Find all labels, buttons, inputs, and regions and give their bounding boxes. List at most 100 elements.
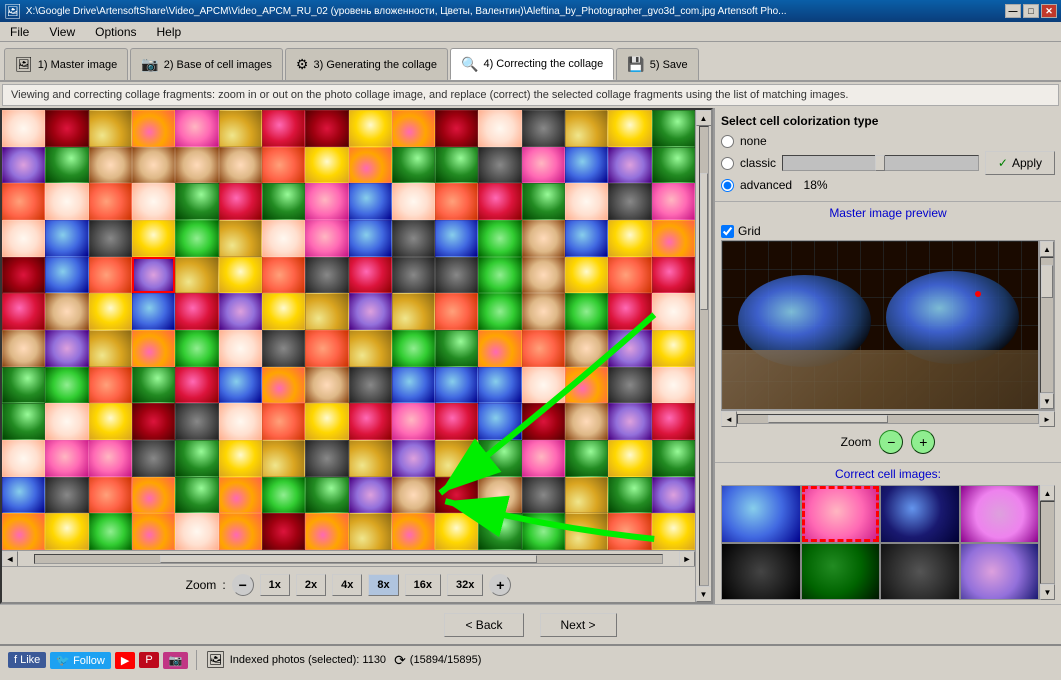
zoom-out-button[interactable]: −: [232, 574, 254, 596]
h-scroll-right[interactable]: ►: [679, 551, 695, 567]
cell-img-1[interactable]: [722, 486, 800, 542]
tab-master[interactable]: 🖼 1) Master image: [4, 48, 128, 80]
mosaic-cell: [2, 183, 45, 220]
v-scroll-thumb[interactable]: [700, 173, 708, 310]
mosaic-cell: [219, 403, 262, 440]
radio-none-label: none: [740, 134, 767, 148]
cell-images-grid[interactable]: [721, 485, 1039, 600]
mosaic-cell: [349, 330, 392, 367]
zoom-8x-button[interactable]: 8x: [368, 574, 398, 596]
mosaic-cell: [175, 183, 218, 220]
nav-bar: < Back Next >: [0, 604, 1061, 644]
radio-advanced[interactable]: [721, 179, 734, 192]
h-scroll-thumb[interactable]: [160, 555, 536, 563]
grid-checkbox[interactable]: [721, 225, 734, 238]
cell-v-track[interactable]: [1040, 501, 1055, 584]
h-scroll-left[interactable]: ◄: [2, 551, 18, 567]
zoom-in-button[interactable]: +: [489, 574, 511, 596]
preview-h-thumb[interactable]: [768, 415, 888, 423]
cell-img-3[interactable]: [881, 486, 959, 542]
preview-zoom-in[interactable]: +: [911, 430, 935, 454]
zoom-32x-button[interactable]: 32x: [447, 574, 483, 596]
v-scroll-up[interactable]: ▲: [696, 110, 712, 126]
preview-zoom-out[interactable]: −: [879, 430, 903, 454]
tab-generate[interactable]: ⚙ 3) Generating the collage: [285, 48, 448, 80]
indexed-icon-area: 🖼 Indexed photos (selected): 1130: [205, 650, 386, 670]
v-scroll-down[interactable]: ▼: [696, 586, 712, 602]
preview-v-thumb[interactable]: [1041, 265, 1053, 299]
menu-options[interactable]: Options: [89, 23, 142, 41]
menu-view[interactable]: View: [43, 23, 81, 41]
apply-button[interactable]: ✓ Apply: [985, 151, 1055, 175]
mosaic-cell: [262, 110, 305, 147]
next-button[interactable]: Next >: [540, 613, 617, 637]
mosaic-cell: [608, 147, 651, 184]
close-button[interactable]: ✕: [1041, 4, 1057, 18]
cell-img-8[interactable]: [961, 544, 1039, 600]
zoom-1x-button[interactable]: 1x: [260, 574, 290, 596]
preview-zoom-label: Zoom: [841, 435, 872, 449]
preview-v-track[interactable]: [1040, 257, 1054, 393]
twitter-follow-button[interactable]: 🐦 Follow: [50, 652, 111, 669]
classic-slider[interactable]: [782, 155, 979, 171]
back-button[interactable]: < Back: [444, 613, 523, 637]
preview-h-track[interactable]: [737, 414, 1039, 424]
maximize-button[interactable]: □: [1023, 4, 1039, 18]
tab-save[interactable]: 💾 5) Save: [616, 48, 698, 80]
cell-v-scroll-up[interactable]: ▲: [1040, 485, 1055, 501]
mosaic-cell: [652, 513, 695, 550]
v-scrollbar[interactable]: ▲ ▼: [695, 110, 711, 602]
zoom-4x-button[interactable]: 4x: [332, 574, 362, 596]
cell-v-scroll-down[interactable]: ▼: [1040, 584, 1055, 600]
mosaic-cell: [45, 147, 88, 184]
mosaic-cell: [349, 257, 392, 294]
collage-view[interactable]: [2, 110, 695, 550]
mosaic-cell: [175, 110, 218, 147]
tab-base[interactable]: 📷 2) Base of cell images: [130, 48, 283, 80]
tab-correct[interactable]: 🔍 4) Correcting the collage: [450, 48, 614, 80]
cell-img-6[interactable]: [802, 544, 880, 600]
zoom-16x-button[interactable]: 16x: [405, 574, 441, 596]
menu-help[interactable]: Help: [151, 23, 188, 41]
cell-img-7[interactable]: [881, 544, 959, 600]
h-scrollbar[interactable]: ◄ ►: [2, 550, 695, 566]
mosaic-cell: [435, 367, 478, 404]
mosaic-cell: [435, 293, 478, 330]
status-bar: f Like 🐦 Follow ▶ P 📷 🖼 Indexed photos (…: [0, 644, 1061, 674]
youtube-button[interactable]: ▶: [115, 652, 135, 669]
cell-images-v-scroll[interactable]: ▲ ▼: [1039, 485, 1055, 600]
preview-scroll-up[interactable]: ▲: [1040, 241, 1054, 257]
preview-scroll-down[interactable]: ▼: [1040, 393, 1054, 409]
menu-file[interactable]: File: [4, 23, 35, 41]
mosaic-cell: [392, 147, 435, 184]
mosaic-cell: [2, 110, 45, 147]
facebook-like-button[interactable]: f Like: [8, 652, 46, 668]
instagram-button[interactable]: 📷: [163, 652, 189, 669]
preview-h-right[interactable]: ►: [1039, 411, 1055, 427]
mosaic-cell: [392, 257, 435, 294]
radio-classic[interactable]: [721, 157, 734, 170]
zoom-2x-button[interactable]: 2x: [296, 574, 326, 596]
preview-v-scroll[interactable]: ▲ ▼: [1039, 240, 1055, 410]
cell-img-4[interactable]: [961, 486, 1039, 542]
minimize-button[interactable]: —: [1005, 4, 1021, 18]
mosaic-cell: [608, 257, 651, 294]
preview-area[interactable]: [721, 240, 1039, 410]
progress-label: (15894/15895): [410, 654, 482, 666]
yt-icon: ▶: [121, 655, 129, 667]
mosaic-cell: [175, 403, 218, 440]
preview-h-left[interactable]: ◄: [721, 411, 737, 427]
zoom-label: Zoom: [186, 578, 217, 592]
v-scroll-track[interactable]: [699, 126, 709, 586]
pinterest-button[interactable]: P: [139, 652, 158, 668]
mosaic-cell: [132, 220, 175, 257]
cell-img-2-selected[interactable]: [802, 486, 880, 542]
cell-img-5[interactable]: [722, 544, 800, 600]
h-scroll-track[interactable]: [34, 554, 663, 564]
radio-none[interactable]: [721, 135, 734, 148]
mosaic-cell: [45, 367, 88, 404]
mosaic-cell: [2, 147, 45, 184]
mosaic-cell: [132, 440, 175, 477]
preview-h-scroll[interactable]: ◄ ►: [721, 410, 1055, 426]
radio-classic-label: classic: [740, 156, 776, 170]
